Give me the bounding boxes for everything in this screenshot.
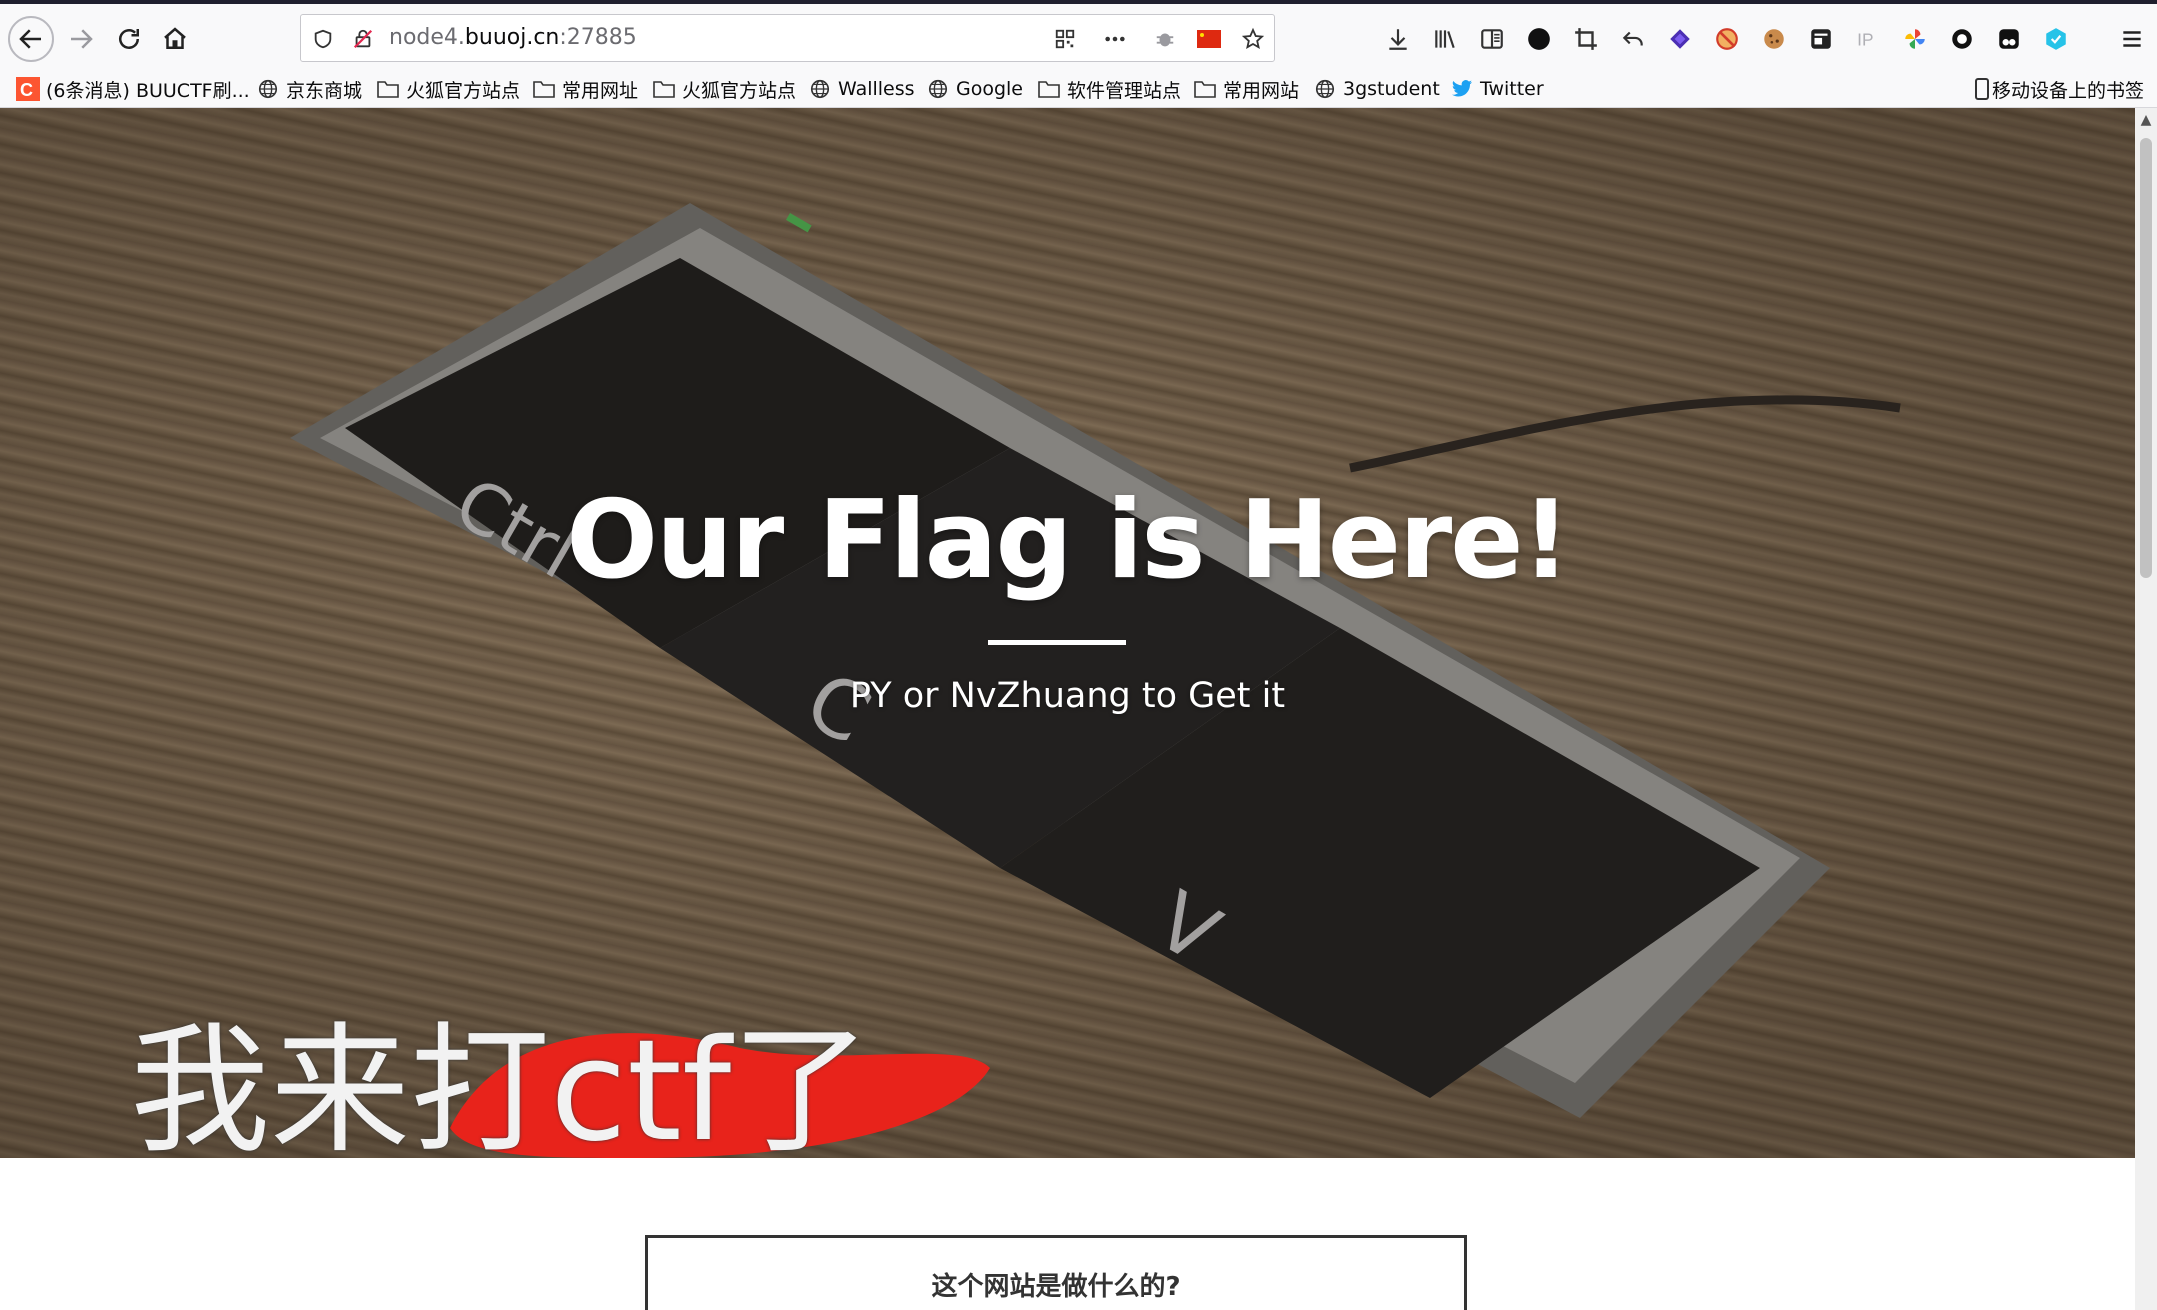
bookmark-label: Google [956, 78, 1024, 100]
about-heading: 这个网站是做什么的? [931, 1272, 1181, 1302]
pinwheel-extension-icon[interactable] [1900, 24, 1930, 54]
reload-button[interactable] [108, 18, 150, 60]
bookmark-star-icon[interactable] [1239, 25, 1267, 53]
bookmark-label: 软件管理站点 [1067, 79, 1182, 102]
url-text[interactable]: node4.buuoj.cn:27885 [389, 25, 637, 50]
hero-banner: Ctrl C V 我来打ctf了 Our Flag is Here! PY or… [0, 108, 2135, 1158]
china-flag-icon[interactable] [1195, 25, 1223, 53]
bookmark-label: 常用网址 [562, 79, 639, 102]
hamburger-menu-icon[interactable] [2117, 24, 2147, 54]
globe-icon [1313, 77, 1337, 101]
bookmark-item[interactable]: Wallless [808, 74, 915, 104]
folder-icon [652, 77, 676, 101]
bookmark-folder[interactable]: 软件管理站点 [1037, 74, 1181, 104]
bookmark-label: 京东商城 [286, 79, 363, 102]
url-host: buuoj.cn [464, 25, 560, 50]
bookmark-folder[interactable]: 常用网址 [532, 74, 638, 104]
folder-icon [1037, 77, 1061, 101]
mobile-device-icon [1974, 77, 1990, 101]
bug-icon[interactable] [1151, 25, 1179, 53]
bookmark-folder[interactable]: 常用网站 [1193, 74, 1299, 104]
shield-icon[interactable] [309, 25, 337, 53]
folder-icon [532, 77, 556, 101]
browser-toolbar: node4.buuoj.cn:27885 IP [0, 0, 2157, 70]
svg-text:IP: IP [1857, 30, 1873, 50]
globe-icon [808, 77, 832, 101]
bookmark-label: 3gstudent [1343, 78, 1440, 100]
no-cookie-extension-icon[interactable] [1712, 24, 1742, 54]
globe-icon [926, 77, 950, 101]
vertical-scrollbar[interactable]: ▲ [2135, 108, 2157, 1310]
crop-icon[interactable] [1571, 24, 1601, 54]
forward-button[interactable] [60, 18, 102, 60]
tampermonkey-icon[interactable] [1994, 24, 2024, 54]
sidebar-icon[interactable] [1477, 24, 1507, 54]
home-icon [164, 27, 186, 49]
scroll-up-arrow-icon[interactable]: ▲ [2139, 112, 2153, 130]
bookmark-label: 火狐官方站点 [682, 79, 797, 102]
ip-extension-icon[interactable]: IP [1853, 24, 1883, 54]
bookmark-item[interactable]: 京东商城 [256, 74, 362, 104]
more-actions-icon[interactable] [1101, 25, 1129, 53]
bookmark-item[interactable]: C (6条消息) BUUCTF刷... [16, 74, 250, 104]
hero-divider [988, 640, 1126, 645]
bookmark-item[interactable]: Twitter [1450, 74, 1544, 104]
folder-icon [1193, 77, 1217, 101]
reader-extension-icon[interactable] [1806, 24, 1836, 54]
bookmark-label: Wallless [838, 78, 915, 100]
globe-icon [256, 77, 280, 101]
download-icon[interactable] [1383, 24, 1413, 54]
hero-title: Our Flag is Here! [566, 478, 1570, 603]
folder-icon [376, 77, 400, 101]
cookie-extension-icon[interactable] [1759, 24, 1789, 54]
home-button[interactable] [154, 18, 196, 60]
bookmark-label: 移动设备上的书签 [1992, 79, 2145, 102]
ring-extension-icon[interactable] [1947, 24, 1977, 54]
qr-code-icon[interactable] [1051, 25, 1079, 53]
bookmark-item[interactable]: 3gstudent [1313, 74, 1440, 104]
arrow-left-icon [19, 29, 41, 49]
twitter-icon [1450, 77, 1474, 101]
bookmark-folder[interactable]: 火狐官方站点 [376, 74, 520, 104]
hero-subtitle: PY or NvZhuang to Get it [849, 676, 1286, 716]
purple-diamond-extension-icon[interactable] [1665, 24, 1695, 54]
about-section-box: 这个网站是做什么的? [645, 1235, 1467, 1310]
csdn-icon: C [16, 77, 40, 101]
scrollbar-thumb[interactable] [2140, 138, 2152, 578]
bookmark-folder[interactable]: 火狐官方站点 [652, 74, 796, 104]
back-button[interactable] [8, 16, 54, 62]
dark-mode-extension-icon[interactable] [1524, 24, 1554, 54]
translate-extension-icon[interactable] [2041, 24, 2071, 54]
page-viewport: Ctrl C V 我来打ctf了 Our Flag is Here! PY or… [0, 108, 2135, 1310]
insecure-lock-icon[interactable] [349, 25, 377, 53]
reload-icon [119, 29, 139, 49]
library-icon[interactable] [1430, 24, 1460, 54]
bookmarks-bar: C (6条消息) BUUCTF刷... 京东商城 火狐官方站点 常用网址 火狐官… [0, 70, 2157, 108]
bookmark-label: 常用网站 [1223, 79, 1300, 102]
bookmark-label: (6条消息) BUUCTF刷... [46, 79, 250, 102]
url-prefix: node4. [389, 25, 465, 50]
meme-caption: 我来打ctf了 [130, 1010, 872, 1158]
arrow-right-icon [71, 29, 93, 49]
bookmark-label: 火狐官方站点 [406, 79, 521, 102]
url-suffix: :27885 [559, 25, 637, 50]
mobile-bookmarks-folder[interactable]: 移动设备上的书签 [1974, 74, 2144, 104]
svg-text:C: C [20, 80, 33, 100]
undo-icon[interactable] [1618, 24, 1648, 54]
url-bar[interactable]: node4.buuoj.cn:27885 [300, 14, 1275, 62]
bookmark-label: Twitter [1480, 78, 1544, 100]
bookmark-item[interactable]: Google [926, 74, 1023, 104]
